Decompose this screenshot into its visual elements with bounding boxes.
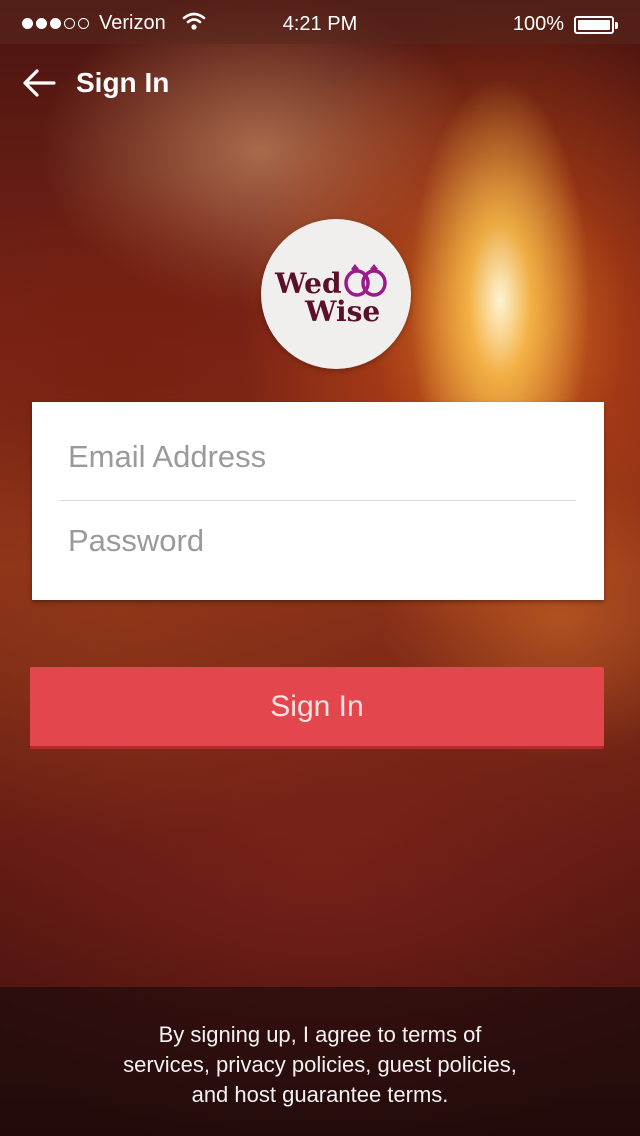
sign-in-button[interactable]: Sign In — [30, 667, 604, 749]
terms-line-1: By signing up, I agree to terms of — [158, 1022, 482, 1047]
app-logo: Wed Wise — [261, 219, 411, 369]
logo-text-wise: Wise — [305, 295, 381, 328]
terms-footer: By signing up, I agree to terms of servi… — [0, 987, 640, 1136]
back-arrow-icon[interactable] — [20, 64, 58, 102]
nav-bar: Sign In — [20, 62, 169, 104]
battery-status: 100% — [512, 13, 618, 36]
page-title: Sign In — [76, 67, 170, 98]
email-field[interactable] — [60, 422, 576, 492]
field-divider — [60, 500, 576, 501]
terms-line-3: and host guarantee terms. — [191, 1082, 449, 1107]
battery-percent: 100% — [512, 13, 564, 35]
status-bar: Verizon 4:21 PM 100% — [0, 0, 640, 44]
terms-line-2: services, privacy policies, guest polici… — [123, 1052, 517, 1077]
login-form — [32, 402, 604, 600]
terms-text: By signing up, I agree to terms of servi… — [0, 1020, 640, 1110]
password-field[interactable] — [60, 506, 576, 576]
battery-icon — [574, 15, 618, 34]
